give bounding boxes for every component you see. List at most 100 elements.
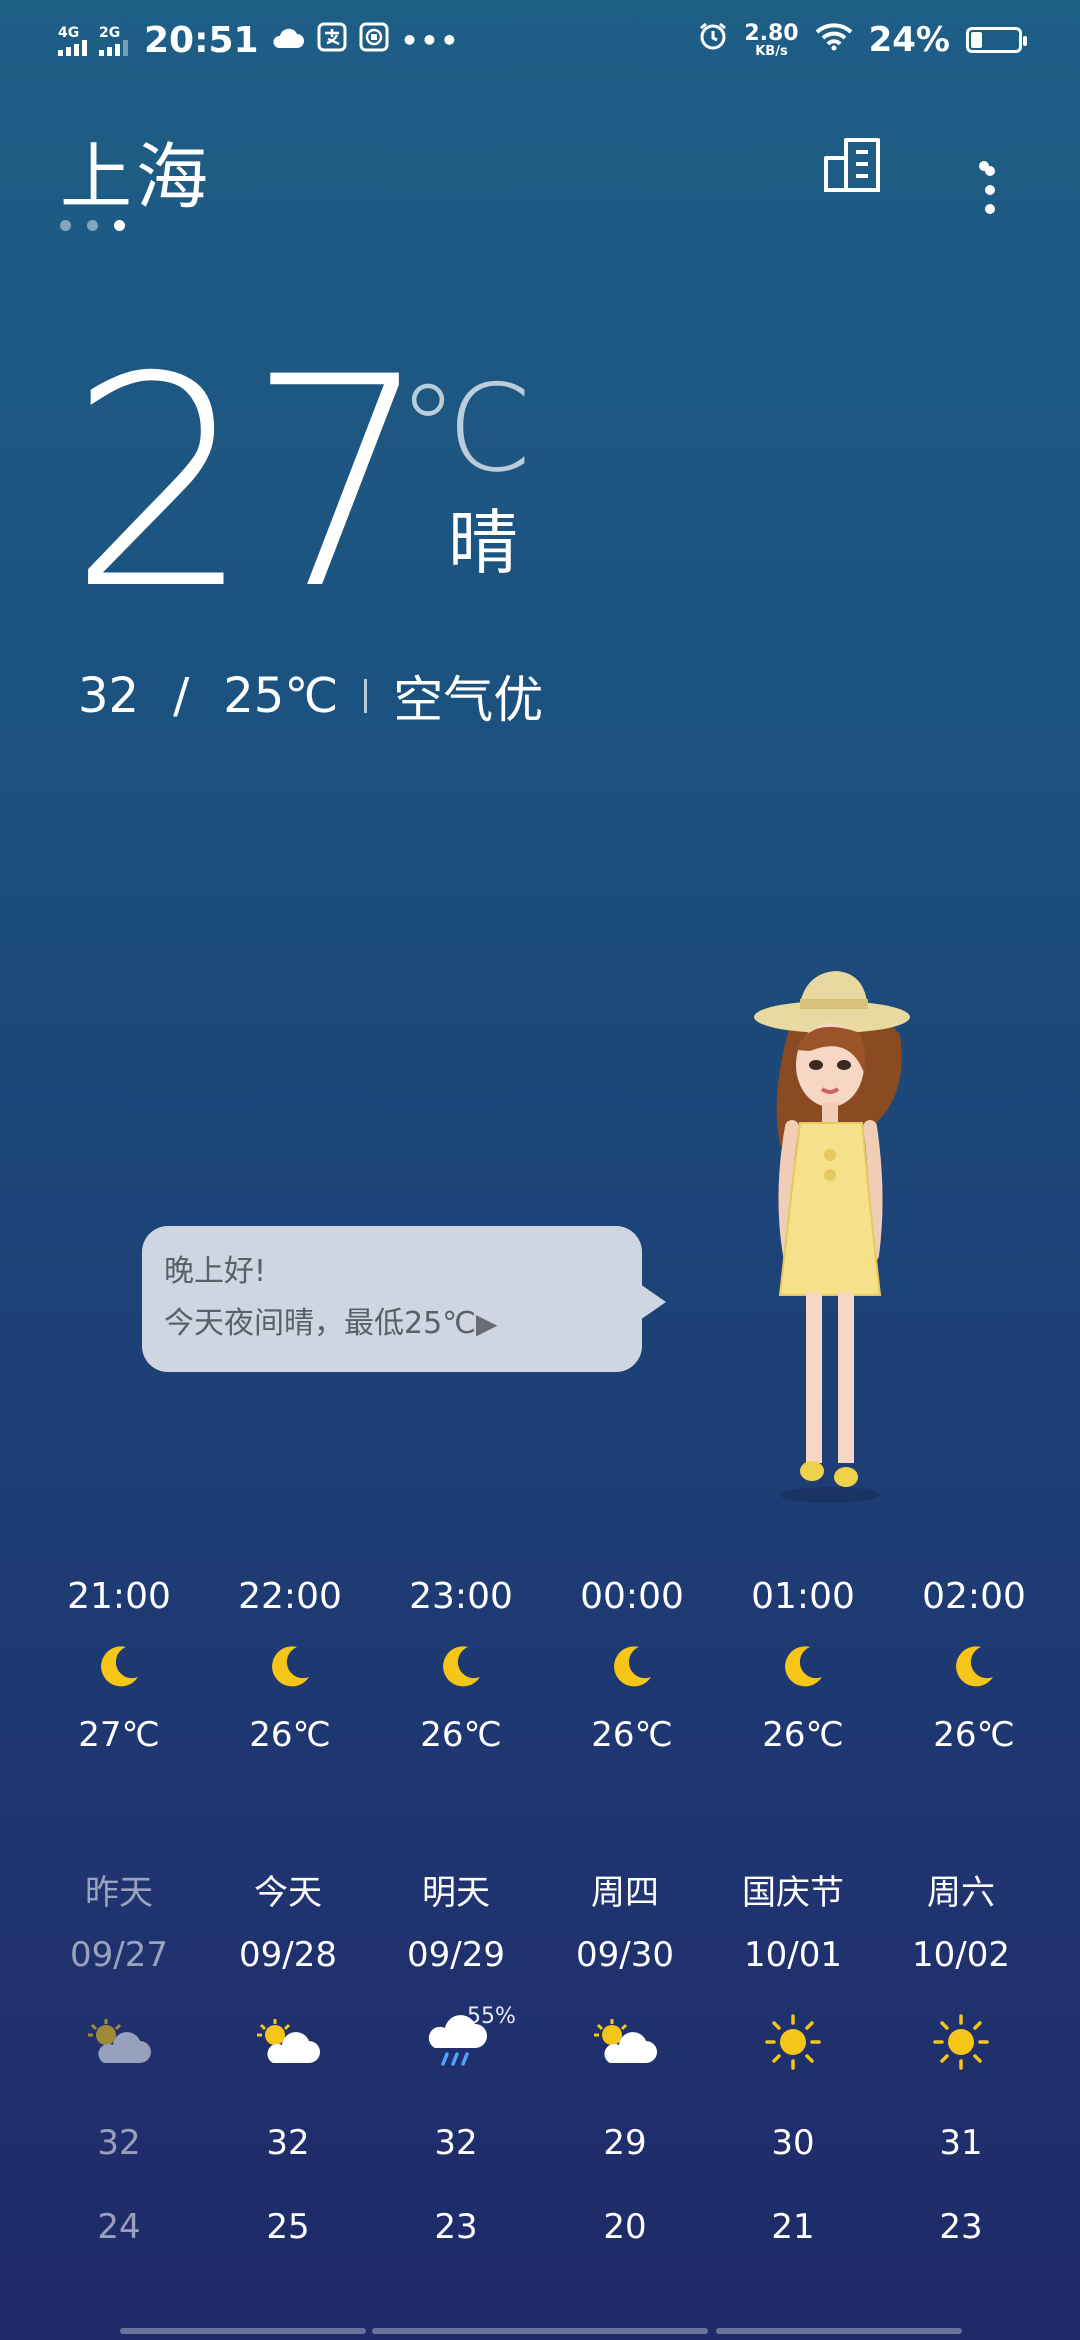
day-name: 周四 xyxy=(591,1873,659,1913)
hour-temp: 26℃ xyxy=(762,1715,844,1755)
day-low: 24 xyxy=(97,2207,141,2247)
city-manage-icon xyxy=(822,134,882,198)
page-dot xyxy=(60,220,71,231)
moon-icon xyxy=(205,1624,375,1708)
day-date: 09/30 xyxy=(576,1935,674,1975)
day-high: 32 xyxy=(266,2123,310,2163)
scroll-indicator xyxy=(716,2328,962,2334)
greeting-line-2: 今天夜间晴，最低25℃▶ xyxy=(164,1298,620,1350)
signal-2g-icon: 2G xyxy=(99,26,128,56)
day-name: 周六 xyxy=(927,1873,995,1913)
divider xyxy=(364,679,368,713)
status-bar-right: 2.80 KB/s 24% xyxy=(698,20,1027,60)
partly-cloudy-icon xyxy=(540,1982,710,2102)
daily-item[interactable]: 周六 10/02 31 23 xyxy=(876,1866,1046,2254)
day-date: 09/29 xyxy=(407,1935,505,1975)
scroll-indicator xyxy=(120,2328,366,2334)
hour-temp: 26℃ xyxy=(933,1715,1015,1755)
daily-item[interactable]: 今天 09/28 32 25 xyxy=(203,1866,373,2254)
greeting-bubble[interactable]: 晚上好! 今天夜间晴，最低25℃▶ xyxy=(142,1226,666,1372)
greeting-line-1: 晚上好! xyxy=(164,1254,267,1289)
day-high: 29 xyxy=(603,2123,647,2163)
hour-temp: 26℃ xyxy=(591,1715,673,1755)
wifi-icon xyxy=(815,20,853,60)
day-high: 32 xyxy=(434,2123,478,2163)
hourly-item[interactable]: 22:00 26℃ xyxy=(205,1570,375,1762)
scroll-indicator xyxy=(372,2328,708,2334)
day-low: 23 xyxy=(434,2207,478,2247)
cloud-icon xyxy=(271,23,305,58)
hour-temp: 26℃ xyxy=(249,1715,331,1755)
range-slash: / xyxy=(173,668,190,724)
moon-icon xyxy=(547,1624,717,1708)
alarm-icon xyxy=(698,20,728,60)
hour-temp: 27℃ xyxy=(78,1715,160,1755)
daily-item[interactable]: 周四 09/30 29 20 xyxy=(540,1866,710,2254)
day-name: 国庆节 xyxy=(742,1873,844,1913)
temperature-unit: ℃ xyxy=(398,360,533,499)
battery-percent: 24% xyxy=(868,20,950,60)
hourly-forecast[interactable]: 21:00 27℃ 22:00 26℃ 23:00 26℃ 00:00 26℃ … xyxy=(0,1570,1080,1770)
sun-icon xyxy=(708,1982,878,2102)
city-name[interactable]: 上海 xyxy=(60,118,212,223)
day-high: 32 xyxy=(97,2123,141,2163)
moon-icon xyxy=(34,1624,204,1708)
day-low: 23 xyxy=(939,2207,983,2247)
partly-cloudy-icon xyxy=(203,1982,373,2102)
status-bar-left: 4G 2G 20:51 ••• xyxy=(58,20,460,61)
temperature-range: 32 / 25℃ 空气优 xyxy=(78,660,543,732)
city-manage-button[interactable] xyxy=(812,126,892,206)
moon-icon xyxy=(718,1624,888,1708)
day-date: 09/27 xyxy=(70,1935,168,1975)
hour-time: 22:00 xyxy=(238,1576,342,1617)
hourly-item[interactable]: 02:00 26℃ xyxy=(889,1570,1059,1762)
day-date: 10/02 xyxy=(912,1935,1010,1975)
day-high: 31 xyxy=(939,2123,983,2163)
hourly-item[interactable]: 23:00 26℃ xyxy=(376,1570,546,1762)
partly-cloudy-icon xyxy=(34,1982,204,2102)
greeting-text: 今天夜间晴，最低25℃ xyxy=(164,1306,476,1341)
sun-icon xyxy=(876,1982,1046,2102)
hour-time: 02:00 xyxy=(922,1576,1026,1617)
low-temp: 25℃ xyxy=(223,668,339,724)
hour-temp: 26℃ xyxy=(420,1715,502,1755)
high-temp: 32 xyxy=(78,668,140,724)
daily-item[interactable]: 明天 09/29 55% 32 23 xyxy=(371,1866,541,2254)
hour-time: 23:00 xyxy=(409,1576,513,1617)
play-icon[interactable]: ▶ xyxy=(476,1307,498,1340)
bank-icon xyxy=(359,22,389,60)
more-notifications-icon: ••• xyxy=(400,24,461,57)
hour-time: 00:00 xyxy=(580,1576,684,1617)
clock: 20:51 xyxy=(144,20,259,61)
hourly-item[interactable]: 01:00 26℃ xyxy=(718,1570,888,1762)
network-speed: 2.80 KB/s xyxy=(744,20,799,59)
page-dot-active xyxy=(114,220,125,231)
more-icon xyxy=(979,161,995,214)
day-name: 明天 xyxy=(422,1873,490,1913)
character-illustration[interactable] xyxy=(750,955,930,1515)
hour-time: 01:00 xyxy=(751,1576,855,1617)
hour-time: 21:00 xyxy=(67,1576,171,1617)
day-date: 09/28 xyxy=(239,1935,337,1975)
day-high: 30 xyxy=(771,2123,815,2163)
status-bar: 4G 2G 20:51 ••• 2.80 KB/s 24% xyxy=(0,0,1080,84)
signal-4g-icon: 4G xyxy=(58,26,87,56)
alipay-icon xyxy=(317,22,347,60)
daily-item[interactable]: 国庆节 10/01 30 21 xyxy=(708,1866,878,2254)
battery-icon xyxy=(966,27,1027,53)
day-name: 昨天 xyxy=(85,1873,153,1913)
hourly-item[interactable]: 21:00 27℃ xyxy=(34,1570,204,1762)
day-low: 25 xyxy=(266,2207,310,2247)
day-low: 20 xyxy=(603,2207,647,2247)
rain-icon: 55% xyxy=(371,1982,541,2102)
day-date: 10/01 xyxy=(744,1935,842,1975)
precipitation-chance: 55% xyxy=(467,2004,516,2029)
air-quality[interactable]: 空气优 xyxy=(393,660,543,732)
weather-condition: 晴 xyxy=(448,502,518,584)
current-temperature: 27 xyxy=(68,316,431,653)
hourly-item[interactable]: 00:00 26℃ xyxy=(547,1570,717,1762)
more-button[interactable] xyxy=(944,126,1024,214)
moon-icon xyxy=(889,1624,1059,1708)
daily-item[interactable]: 昨天 09/27 32 24 xyxy=(34,1866,204,2254)
page-dot xyxy=(87,220,98,231)
